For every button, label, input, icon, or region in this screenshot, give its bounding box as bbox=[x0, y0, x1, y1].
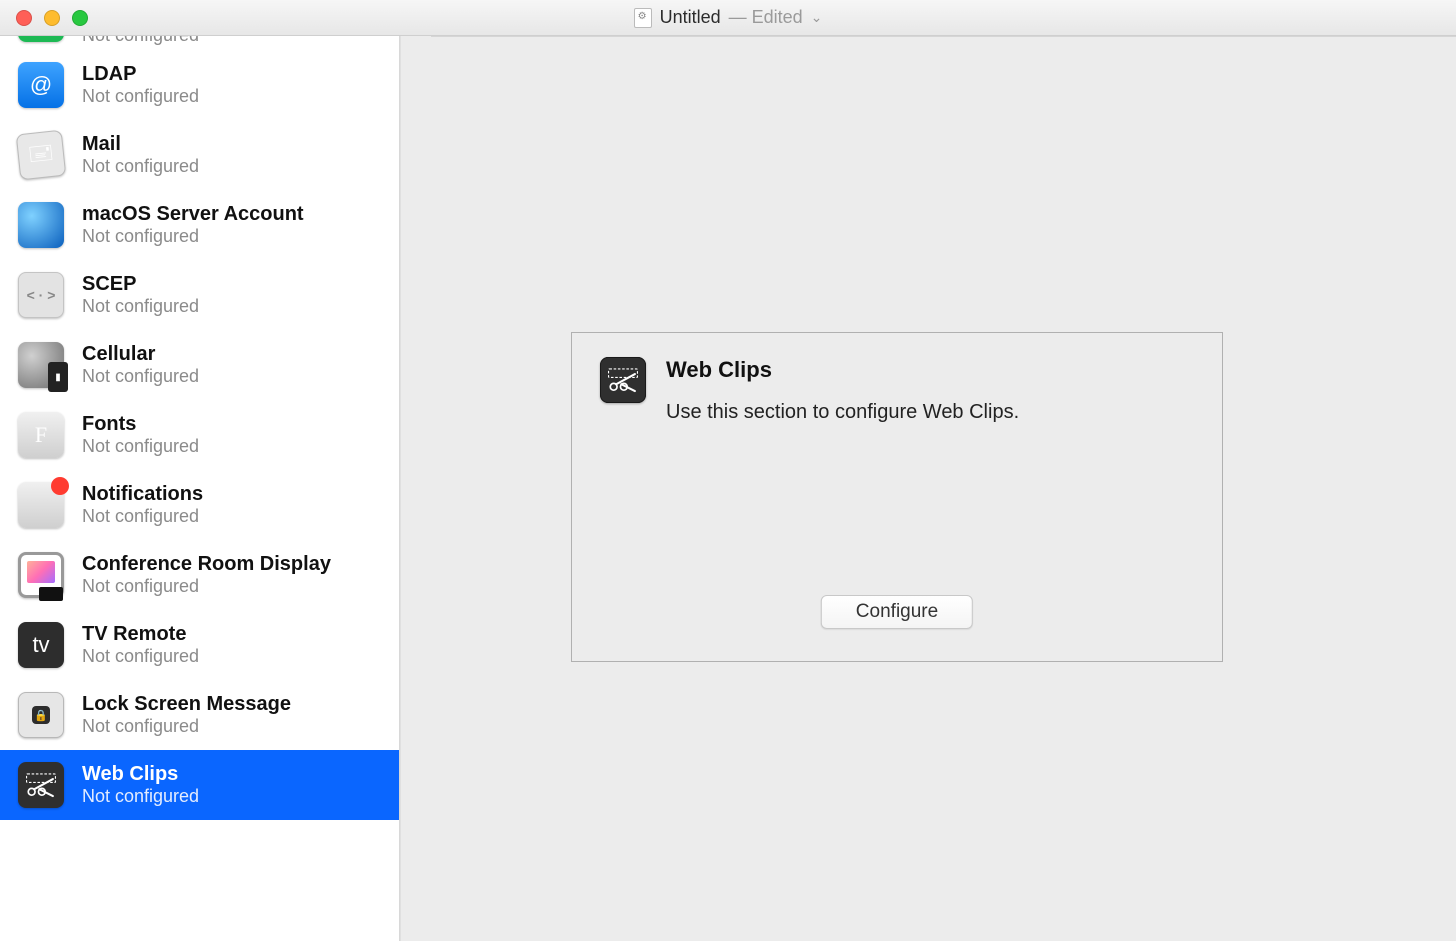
configure-button[interactable]: Configure bbox=[821, 595, 973, 629]
sidebar-item-label: Lock Screen Message bbox=[82, 692, 291, 716]
sidebar-item-status: Not configured bbox=[82, 36, 199, 47]
sidebar-item-label: Fonts bbox=[82, 412, 199, 436]
sidebar-item-label: Web Clips bbox=[82, 762, 199, 786]
sidebar-item-notifications[interactable]: Notifications Not configured bbox=[0, 470, 399, 540]
fonts-icon: F bbox=[18, 412, 64, 458]
sidebar-item-label: TV Remote bbox=[82, 622, 199, 646]
lock-screen-icon: 🔒 bbox=[18, 692, 64, 738]
minimize-window-button[interactable] bbox=[44, 10, 60, 26]
sidebar-item-label: SCEP bbox=[82, 272, 199, 296]
partial-item-icon bbox=[18, 36, 64, 42]
sidebar-item-status: Not configured bbox=[82, 226, 304, 248]
sidebar-item-status: Not configured bbox=[82, 716, 291, 738]
sidebar-item-status: Not configured bbox=[82, 786, 199, 808]
notifications-icon bbox=[18, 482, 64, 528]
content-divider bbox=[431, 36, 1456, 37]
sidebar-item-partial[interactable]: Not configured bbox=[0, 36, 399, 50]
sidebar-item-label: Cellular bbox=[82, 342, 199, 366]
sidebar-item-tv-remote[interactable]: tv TV Remote Not configured bbox=[0, 610, 399, 680]
window-title: Untitled — Edited ⌄ bbox=[0, 7, 1456, 28]
tv-remote-icon: tv bbox=[18, 622, 64, 668]
payloads-sidebar: Not configured @ LDAP Not configured 🖃 M… bbox=[0, 36, 400, 941]
sidebar-item-label: Notifications bbox=[82, 482, 203, 506]
document-name: Untitled bbox=[660, 7, 721, 28]
close-window-button[interactable] bbox=[16, 10, 32, 26]
zoom-window-button[interactable] bbox=[72, 10, 88, 26]
payload-panel: Web Clips Use this section to configure … bbox=[571, 332, 1223, 662]
sidebar-item-mail[interactable]: 🖃 Mail Not configured bbox=[0, 120, 399, 190]
sidebar-item-label: macOS Server Account bbox=[82, 202, 304, 226]
traffic-lights bbox=[0, 10, 88, 26]
sidebar-item-status: Not configured bbox=[82, 506, 203, 528]
sidebar-item-conference-room-display[interactable]: Conference Room Display Not configured bbox=[0, 540, 399, 610]
ldap-icon: @ bbox=[18, 62, 64, 108]
sidebar-item-lock-screen-message[interactable]: 🔒 Lock Screen Message Not configured bbox=[0, 680, 399, 750]
sidebar-item-ldap[interactable]: @ LDAP Not configured bbox=[0, 50, 399, 120]
sidebar-item-macos-server-account[interactable]: macOS Server Account Not configured bbox=[0, 190, 399, 260]
globe-icon bbox=[18, 202, 64, 248]
sidebar-item-status: Not configured bbox=[82, 366, 199, 388]
sidebar-item-status: Not configured bbox=[82, 646, 199, 668]
content-pane: Web Clips Use this section to configure … bbox=[400, 36, 1456, 941]
panel-title: Web Clips bbox=[666, 357, 1019, 383]
window-titlebar: Untitled — Edited ⌄ bbox=[0, 0, 1456, 36]
web-clips-panel-icon bbox=[600, 357, 646, 403]
scep-icon bbox=[18, 272, 64, 318]
sidebar-item-scep[interactable]: SCEP Not configured bbox=[0, 260, 399, 330]
sidebar-item-status: Not configured bbox=[82, 296, 199, 318]
sidebar-item-status: Not configured bbox=[82, 436, 199, 458]
sidebar-item-label: LDAP bbox=[82, 62, 199, 86]
sidebar-item-status: Not configured bbox=[82, 156, 199, 178]
cellular-icon: ▮ bbox=[18, 342, 64, 388]
sidebar-item-web-clips[interactable]: Web Clips Not configured bbox=[0, 750, 399, 820]
web-clips-icon bbox=[18, 762, 64, 808]
panel-description: Use this section to configure Web Clips. bbox=[666, 401, 1019, 424]
document-status: — Edited bbox=[729, 7, 803, 28]
sidebar-item-label: Mail bbox=[82, 132, 199, 156]
sidebar-item-label: Conference Room Display bbox=[82, 552, 331, 576]
document-icon bbox=[634, 8, 652, 28]
sidebar-item-status: Not configured bbox=[82, 86, 199, 108]
sidebar-item-cellular[interactable]: ▮ Cellular Not configured bbox=[0, 330, 399, 400]
sidebar-item-fonts[interactable]: F Fonts Not configured bbox=[0, 400, 399, 470]
sidebar-item-status: Not configured bbox=[82, 576, 331, 598]
conference-room-display-icon bbox=[18, 552, 64, 598]
mail-icon: 🖃 bbox=[16, 130, 67, 181]
chevron-down-icon: ⌄ bbox=[811, 9, 823, 26]
